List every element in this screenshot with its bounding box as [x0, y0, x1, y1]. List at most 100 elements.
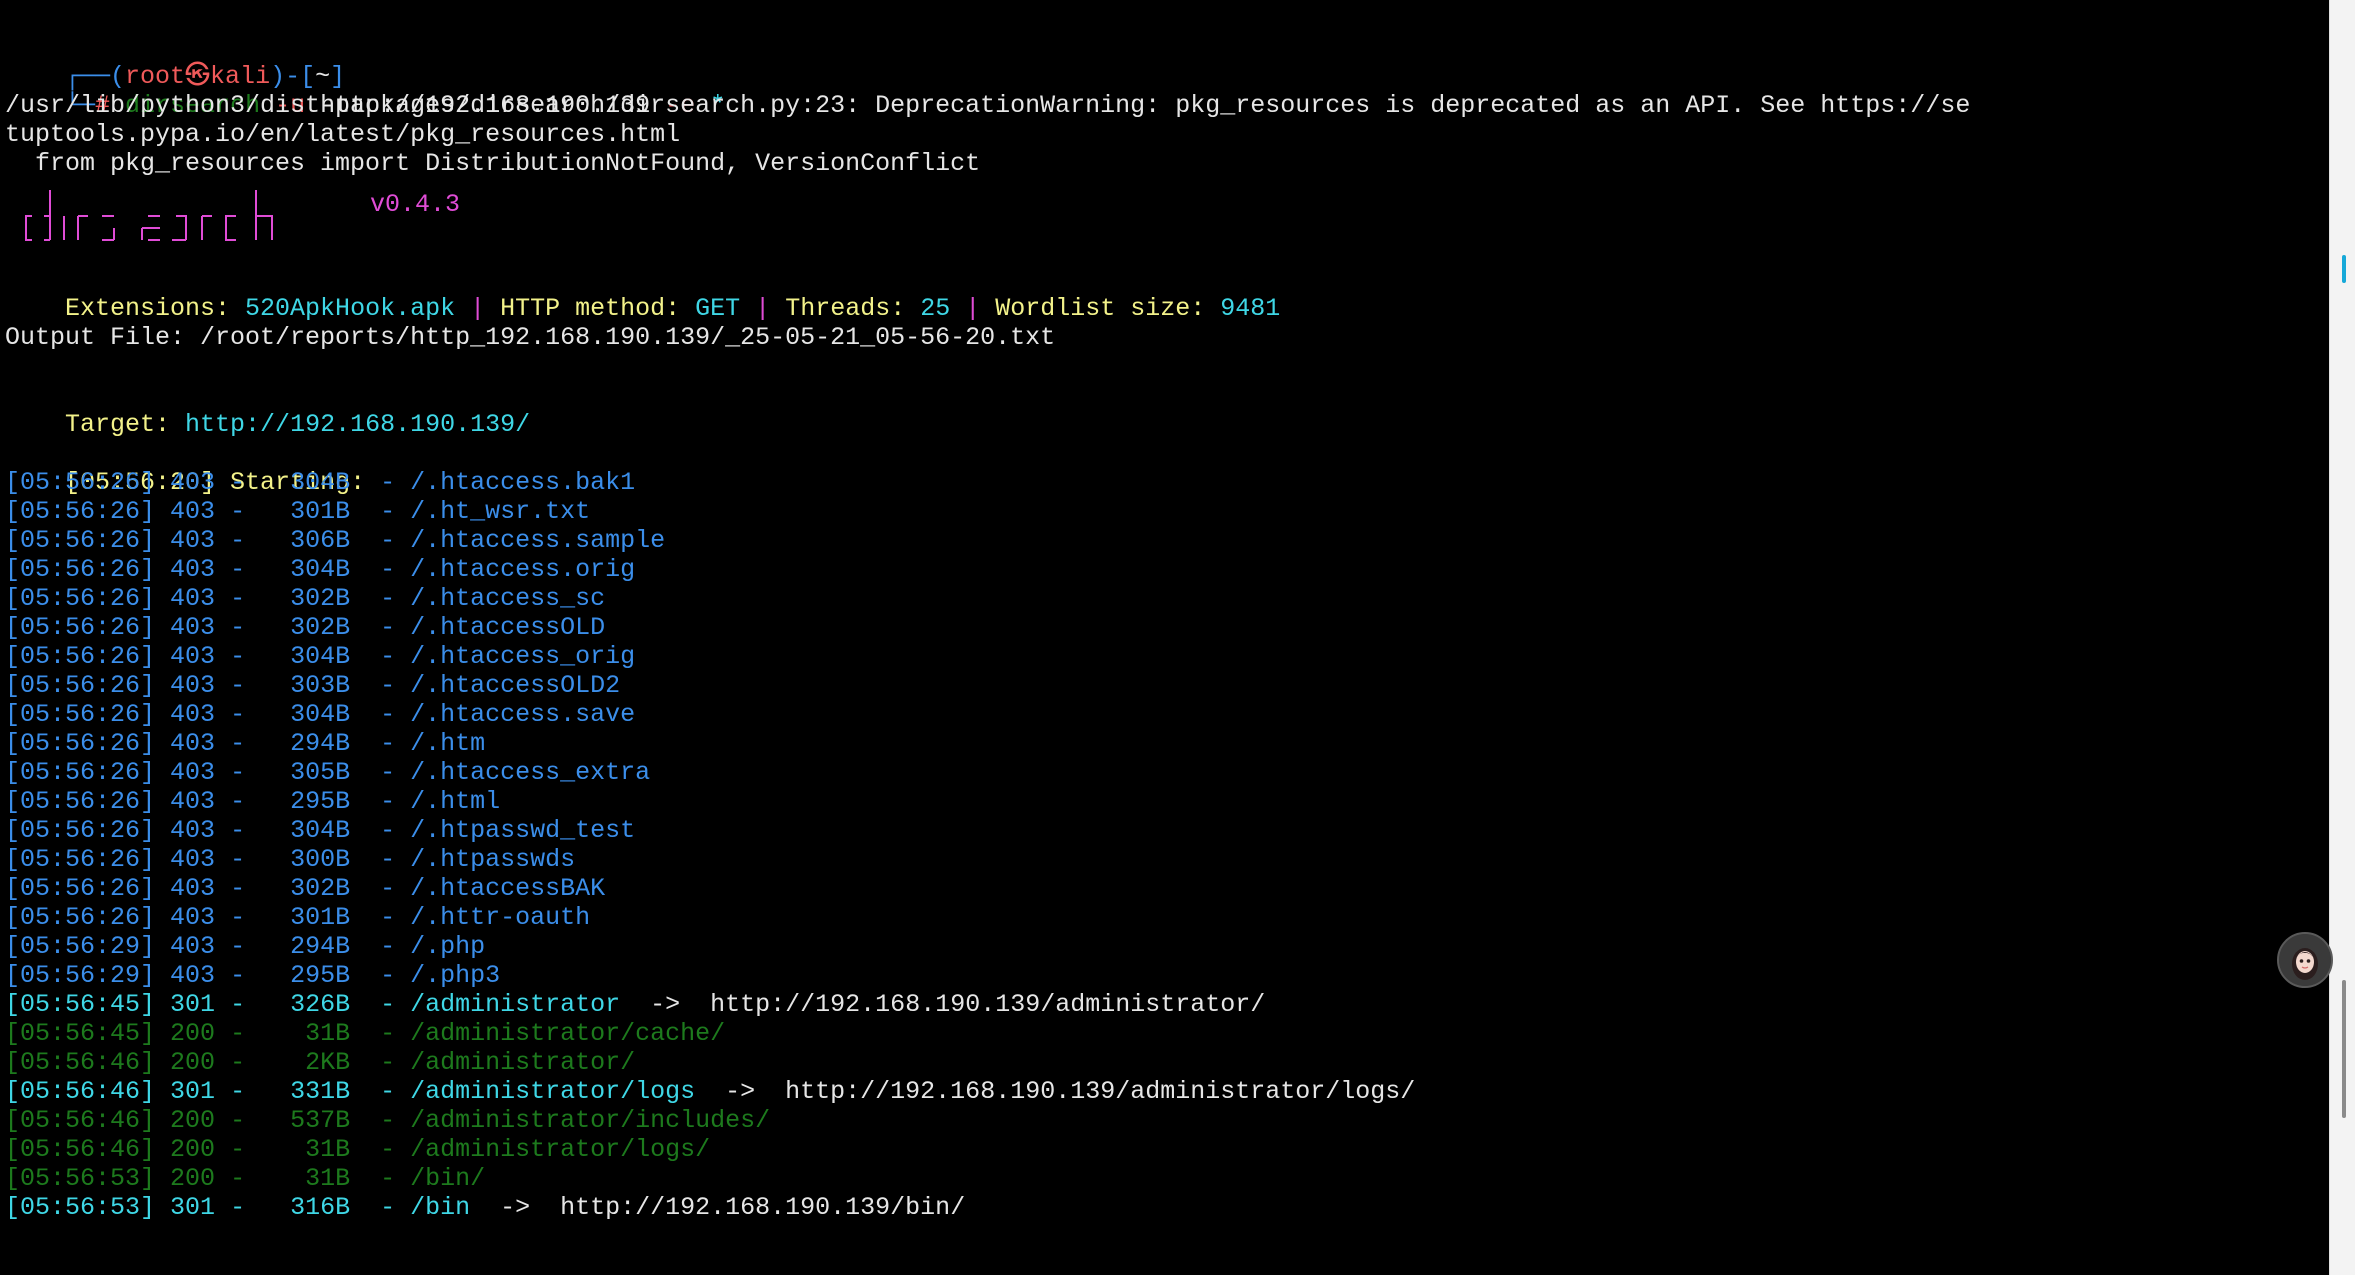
result-row: [05:56:26] 403 - 302B - /.htaccess_sc	[5, 584, 606, 613]
result-status-code: 403	[170, 845, 216, 874]
dirsearch-logo	[25, 190, 273, 241]
result-path: /.htm	[410, 729, 486, 758]
result-status-code: 403	[170, 613, 216, 642]
result-time: [05:56:26]	[5, 671, 156, 700]
result-path: /.htaccess.sample	[410, 526, 666, 555]
target-label: Target:	[65, 410, 186, 439]
result-path: /.htaccess.save	[410, 700, 636, 729]
result-path: /.ht_wsr.txt	[410, 497, 591, 526]
result-time: [05:56:46]	[5, 1048, 156, 1077]
result-row: [05:56:26] 403 - 304B - /.htaccess.bak1	[5, 468, 636, 497]
terminal-window[interactable]: ┌──(root㉿kali)-[~] └─# dirsearch -u http…	[0, 0, 2330, 1275]
result-status-code: 403	[170, 874, 216, 903]
result-status-code: 403	[170, 961, 216, 990]
result-time: [05:56:26]	[5, 845, 156, 874]
result-time: [05:56:26]	[5, 613, 156, 642]
result-status-code: 403	[170, 700, 216, 729]
warning-line-3: from pkg_resources import DistributionNo…	[5, 149, 981, 178]
result-path: /.htaccess.orig	[410, 555, 636, 584]
result-status-code: 403	[170, 584, 216, 613]
result-size: 305B	[290, 758, 351, 787]
target-line: Target: http://192.168.190.139/	[0, 381, 2330, 439]
result-size: 31B	[290, 1164, 351, 1193]
result-status-code: 403	[170, 671, 216, 700]
result-size: 295B	[290, 787, 351, 816]
redirect-arrow: ->	[620, 990, 711, 1019]
result-status-code: 403	[170, 787, 216, 816]
scrollbar-thumb[interactable]	[2342, 980, 2346, 1118]
vertical-scrollbar[interactable]	[2329, 0, 2355, 1275]
result-row: [05:56:46] 200 - 2KB - /administrator/	[5, 1048, 636, 1077]
result-path: /.htpasswds	[410, 845, 576, 874]
result-status-code: 301	[170, 1193, 216, 1222]
result-status-code: 200	[170, 1048, 216, 1077]
result-status-code: 403	[170, 526, 216, 555]
result-status-code: 403	[170, 642, 216, 671]
config-separator-1: |	[455, 294, 501, 323]
result-path: /.htaccessOLD2	[410, 671, 621, 700]
result-time: [05:56:26]	[5, 700, 156, 729]
result-path: /.htpasswd_test	[410, 816, 636, 845]
extensions-value: 520ApkHook.apk	[245, 294, 456, 323]
warning-line-1: /usr/lib/python3/dist-packages/dirsearch…	[5, 91, 1971, 120]
result-time: [05:56:26]	[5, 526, 156, 555]
result-size: 302B	[290, 874, 351, 903]
result-row: [05:56:29] 403 - 294B - /.php	[5, 932, 486, 961]
result-status-code: 403	[170, 555, 216, 584]
result-path: /.htaccessOLD	[410, 613, 606, 642]
result-time: [05:56:26]	[5, 787, 156, 816]
result-size: 331B	[290, 1077, 351, 1106]
avatar-icon	[2279, 934, 2331, 986]
result-status-code: 301	[170, 1077, 216, 1106]
target-url: http://192.168.190.139/	[185, 410, 531, 439]
result-size: 300B	[290, 845, 351, 874]
config-separator-2: |	[740, 294, 786, 323]
scroll-position-marker	[2342, 255, 2346, 283]
config-separator-3: |	[950, 294, 996, 323]
result-time: [05:56:26]	[5, 903, 156, 932]
result-time: [05:56:26]	[5, 642, 156, 671]
result-status-code: 200	[170, 1135, 216, 1164]
result-size: 294B	[290, 729, 351, 758]
result-time: [05:56:26]	[5, 816, 156, 845]
result-path: /bin/	[410, 1164, 486, 1193]
result-row: [05:56:53] 200 - 31B - /bin/	[5, 1164, 486, 1193]
result-row: [05:56:26] 403 - 302B - /.htaccessBAK	[5, 874, 606, 903]
result-time: [05:56:26]	[5, 584, 156, 613]
result-path: /administrator/	[410, 1048, 636, 1077]
result-size: 294B	[290, 932, 351, 961]
start-line: [05:56:20] Starting:	[0, 439, 2330, 497]
result-row: [05:56:26] 403 - 305B - /.htaccess_extra	[5, 758, 651, 787]
config-line: Extensions: 520ApkHook.apk | HTTP method…	[0, 265, 2330, 323]
result-path: /administrator/logs/	[410, 1135, 711, 1164]
result-size: 295B	[290, 961, 351, 990]
result-time: [05:56:46]	[5, 1135, 156, 1164]
result-size: 31B	[290, 1019, 351, 1048]
result-status-code: 403	[170, 468, 216, 497]
output-file-line: Output File: /root/reports/http_192.168.…	[5, 323, 1056, 352]
result-time: [05:56:26]	[5, 555, 156, 584]
result-size: 316B	[290, 1193, 351, 1222]
result-row: [05:56:29] 403 - 295B - /.php3	[5, 961, 501, 990]
result-time: [05:56:26]	[5, 468, 156, 497]
result-time: [05:56:26]	[5, 497, 156, 526]
prompt-line-2: └─# dirsearch -u http://192.168.190.139 …	[0, 62, 2330, 120]
result-row: [05:56:26] 403 - 306B - /.htaccess.sampl…	[5, 526, 666, 555]
result-status-code: 403	[170, 729, 216, 758]
result-time: [05:56:53]	[5, 1193, 156, 1222]
result-time: [05:56:46]	[5, 1077, 156, 1106]
assistant-avatar[interactable]	[2277, 932, 2333, 988]
result-row: [05:56:26] 403 - 295B - /.html	[5, 787, 501, 816]
result-time: [05:56:26]	[5, 729, 156, 758]
result-row: [05:56:26] 403 - 301B - /.httr-oauth	[5, 903, 591, 932]
result-size: 304B	[290, 642, 351, 671]
result-path: /.htaccessBAK	[410, 874, 606, 903]
result-status-code: 403	[170, 932, 216, 961]
result-time: [05:56:45]	[5, 990, 156, 1019]
dirsearch-banner: v0.4.3	[0, 178, 2330, 265]
result-size: 304B	[290, 555, 351, 584]
extensions-label: Extensions:	[65, 294, 246, 323]
threads-value: 25	[920, 294, 951, 323]
result-status-code: 200	[170, 1164, 216, 1193]
